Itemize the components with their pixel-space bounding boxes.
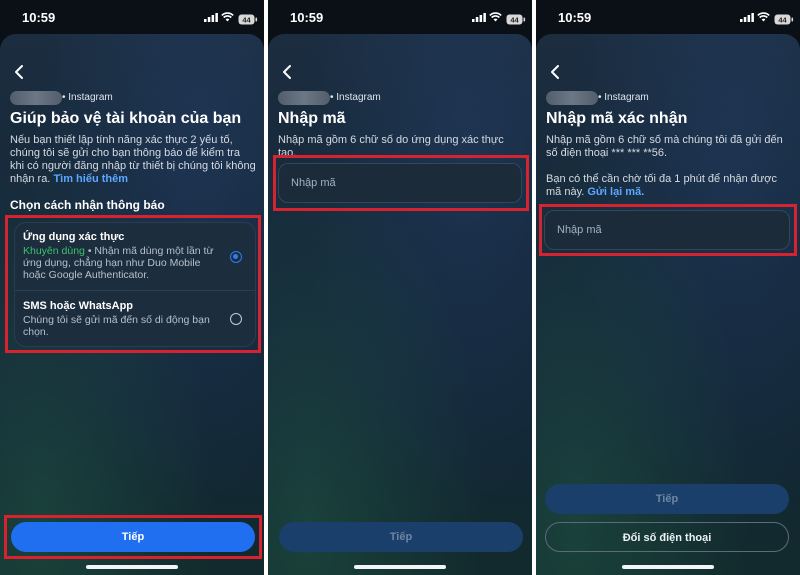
option-description: Chúng tôi sẽ gửi mã đến số di động bạn c… — [23, 314, 210, 338]
signal-icon — [472, 13, 486, 22]
resend-code-link[interactable]: Gửi lại mã. — [587, 186, 644, 198]
blurred-username — [278, 91, 330, 105]
option-sms-whatsapp[interactable]: SMS hoặc WhatsApp Chúng tôi sẽ gửi mã đế… — [23, 300, 223, 338]
page-title: Nhập mã — [278, 110, 346, 127]
status-bar: 10:59 44 — [268, 0, 532, 34]
phone-screen-protect-account: 10:59 44 • Instagram Giúp bảo vệ tài kho… — [0, 0, 264, 575]
account-platform: • Instagram — [598, 92, 649, 103]
wifi-icon — [757, 12, 770, 22]
status-time: 10:59 — [558, 10, 592, 25]
delivery-options-card: Ứng dụng xác thực Khuyên dùng • Nhận mã … — [14, 222, 256, 347]
description-text: Nếu bạn thiết lập tính năng xác thực 2 y… — [10, 134, 256, 185]
home-indicator — [86, 565, 178, 569]
recommended-badge: Khuyên dùng — [23, 245, 85, 257]
next-button[interactable]: Tiếp — [11, 522, 255, 552]
battery-icon: 44 — [506, 12, 526, 30]
battery-level: 44 — [510, 15, 519, 24]
option-description: Khuyên dùng • Nhận mã dùng một lần từ ứn… — [23, 245, 223, 281]
wait-notice: Bạn có thể cần chờ tối đa 1 phút để nhận… — [546, 173, 792, 199]
code-input[interactable]: Nhập mã — [544, 210, 790, 250]
page-description: Nhập mã gồm 6 chữ số mà chúng tôi đã gửi… — [546, 134, 783, 159]
blurred-username — [546, 91, 598, 105]
home-indicator — [622, 565, 714, 569]
radio-sms[interactable] — [230, 313, 242, 325]
battery-level: 44 — [242, 15, 251, 24]
code-input[interactable]: Nhập mã — [278, 163, 522, 203]
change-phone-number-button[interactable]: Đổi số điện thoại — [545, 522, 789, 552]
status-bar: 10:59 44 — [536, 0, 800, 34]
back-arrow-icon[interactable] — [280, 64, 294, 80]
home-indicator — [354, 565, 446, 569]
wifi-icon — [489, 12, 502, 22]
phone-screen-enter-code: 10:59 44 • Instagram Nhập mã Nhập mã gồm… — [268, 0, 532, 575]
status-time: 10:59 — [22, 10, 56, 25]
status-time: 10:59 — [290, 10, 324, 25]
page-title: Giúp bảo vệ tài khoản của bạn — [10, 110, 242, 127]
status-bar: 10:59 44 — [0, 0, 264, 34]
page-description: Nhập mã gồm 6 chữ số do ứng dụng xác thự… — [278, 134, 504, 159]
page-title: Nhập mã xác nhận — [546, 110, 688, 127]
account-platform: • Instagram — [62, 92, 113, 103]
back-arrow-icon[interactable] — [12, 64, 26, 80]
wifi-icon — [221, 12, 234, 22]
next-button-disabled[interactable]: Tiếp — [279, 522, 523, 552]
phone-screen-confirm-code: 10:59 44 • Instagram Nhập mã xác nhận Nh… — [536, 0, 800, 575]
option-title: Ứng dụng xác thực — [23, 231, 125, 243]
battery-level: 44 — [778, 15, 787, 24]
blurred-username — [10, 91, 62, 105]
radio-authenticator-selected[interactable] — [230, 251, 242, 263]
signal-icon — [204, 13, 218, 22]
account-platform: • Instagram — [330, 92, 381, 103]
battery-icon: 44 — [238, 12, 258, 30]
signal-icon — [740, 13, 754, 22]
section-label: Chọn cách nhận thông báo — [10, 198, 165, 212]
option-divider — [15, 290, 255, 291]
learn-more-link[interactable]: Tìm hiểu thêm — [53, 173, 128, 185]
back-arrow-icon[interactable] — [548, 64, 562, 80]
next-button-disabled[interactable]: Tiếp — [545, 484, 789, 514]
option-title: SMS hoặc WhatsApp — [23, 300, 134, 312]
battery-icon: 44 — [774, 12, 794, 30]
page-description: Nếu bạn thiết lập tính năng xác thực 2 y… — [10, 134, 256, 186]
wait-text: Bạn có thể cần chờ tối đa 1 phút để nhận… — [546, 173, 777, 198]
option-authenticator-app[interactable]: Ứng dụng xác thực Khuyên dùng • Nhận mã … — [23, 231, 223, 281]
